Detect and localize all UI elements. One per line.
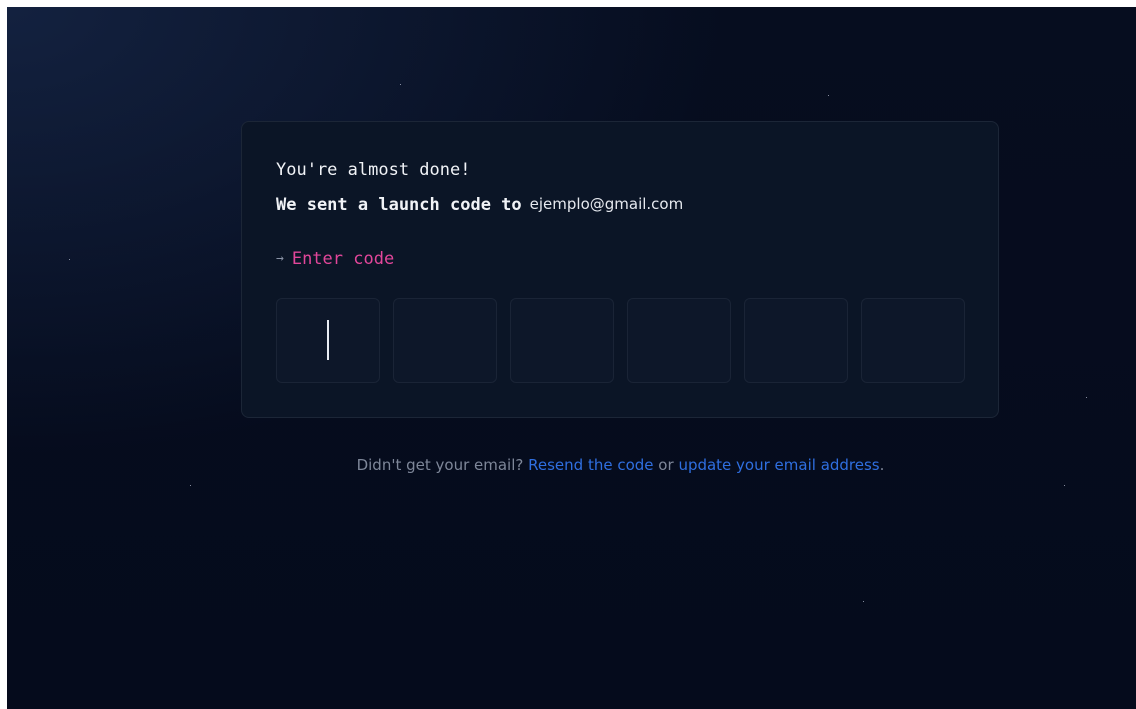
star [190,485,191,486]
code-input-group [276,298,965,383]
footer-or: or [658,456,674,474]
sent-code-line: We sent a launch code to ejemplo@gmail.co… [276,195,683,215]
code-digit-3[interactable] [510,298,614,383]
email-address: ejemplo@gmail.com [529,195,684,213]
page-background: You're almost done! We sent a launch cod… [7,7,1136,709]
code-digit-4[interactable] [627,298,731,383]
star [69,259,70,260]
footer-period: . [879,456,885,474]
card-heading: You're almost done! [276,160,471,180]
sent-code-text: We sent a launch code to [276,195,522,215]
code-digit-2[interactable] [393,298,497,383]
code-digit-6[interactable] [861,298,965,383]
verification-card: You're almost done! We sent a launch cod… [241,121,999,418]
enter-code-label: Enter code [291,249,395,269]
resend-code-link[interactable]: Resend the code [528,456,653,474]
footer-question: Didn't get your email? [356,456,524,474]
star [828,95,829,96]
star [400,84,401,85]
arrow-right-icon: → [276,251,284,266]
star [1086,397,1087,398]
resend-footer: Didn't get your email? Resend the code o… [7,456,1136,474]
enter-code-prompt: → Enter code [276,249,394,269]
text-caret [327,320,329,360]
star [1064,485,1065,486]
update-email-link[interactable]: update your email address [678,456,879,474]
star [863,601,864,602]
code-digit-5[interactable] [744,298,848,383]
